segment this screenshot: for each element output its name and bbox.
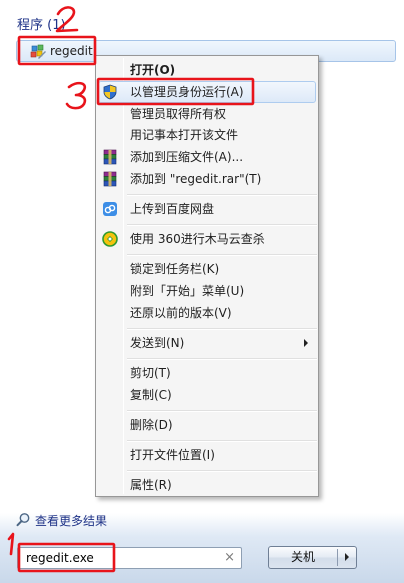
annotation-box-program bbox=[17, 35, 97, 66]
annotation-number-3 bbox=[65, 81, 87, 110]
annotation-box-run-as-admin bbox=[96, 77, 255, 106]
annotation-overlay bbox=[7, 6, 255, 573]
annotation-number-2 bbox=[55, 6, 79, 33]
annotation-number-1 bbox=[7, 532, 15, 556]
annotation-box-search bbox=[17, 542, 116, 573]
start-menu-panel: 程序 (1) regedit 打开(O) 以管理员身份运行(A) 管理员取得所有… bbox=[0, 0, 404, 583]
